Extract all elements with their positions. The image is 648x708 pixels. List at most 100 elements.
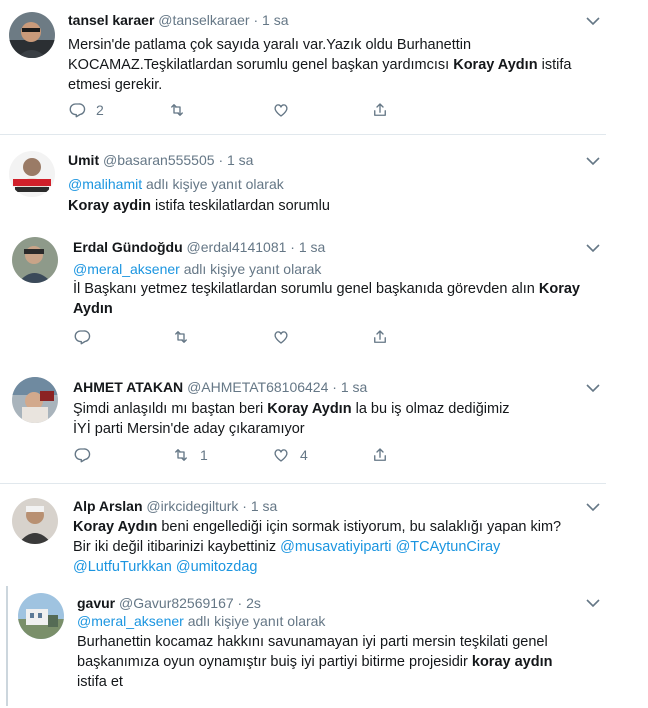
tweet[interactable]: Umit @basaran555505 · 1 sa @malihamit ad… [0,135,648,227]
user-name[interactable]: Erdal Gündoğdu [73,239,183,255]
timestamp[interactable]: 1 sa [251,498,277,514]
timestamp[interactable]: 2s [246,595,261,611]
timestamp[interactable]: 1 sa [341,379,367,395]
like-button[interactable] [272,100,300,120]
chevron-down-icon[interactable] [586,156,600,166]
tweet-text-line: Bir iki değil itibarinizi kaybettiniz [73,539,281,555]
share-icon [371,101,389,119]
tweet[interactable]: tansel karaer @tanselkaraer · 1 sa Mersi… [0,0,648,134]
like-count: 4 [300,447,308,463]
tweet-text-line: istifa teskilatlardan sorumlu [151,198,330,214]
avatar[interactable] [9,12,55,58]
retweet-button[interactable]: 1 [172,445,208,465]
mention-link[interactable]: @malihamit [68,176,142,192]
chevron-down-icon[interactable] [586,502,600,512]
reply-button[interactable] [73,445,101,465]
tweet-text-line: istifa [537,57,572,73]
tweet-actions: 2 [68,100,398,120]
mention-link[interactable]: @meral_aksener [77,613,184,629]
tweet-text-bold: Koray Aydın [73,519,158,535]
chevron-down-icon[interactable] [586,383,600,393]
tweet-text-line: İl Başkanı yetmez teşkilatlardan sorumlu… [73,281,539,297]
like-button[interactable]: 4 [272,445,308,465]
like-button[interactable] [272,327,300,347]
reply-context: @meral_aksener adlı kişiye yanıt olarak [77,612,325,630]
reply-context: @meral_aksener adlı kişiye yanıt olarak [73,260,321,278]
tweet-actions [73,327,403,347]
separator-dot: · [290,239,295,255]
mention-link[interactable]: @TCAytunCiray [396,539,501,555]
user-name[interactable]: Umit [68,152,99,168]
avatar[interactable] [18,593,64,639]
reply-button[interactable] [73,327,101,347]
retweet-button[interactable] [172,327,200,347]
avatar[interactable] [9,151,55,197]
retweet-icon [172,446,190,464]
tweet-text-line: etmesi gerekir. [68,77,163,93]
heart-icon [272,446,290,464]
tweet-text: İl Başkanı yetmez teşkilatlardan sorumlu… [73,279,633,319]
reply-context-label: adlı kişiye yanıt olarak [179,261,322,277]
tweet-text: Burhanettin kocamaz hakkını savunamayan … [77,632,632,692]
tweet-text-bold: koray aydın [471,654,553,670]
share-button[interactable] [371,100,389,120]
tweet-text-bold: Koray [538,281,580,297]
separator-dot: · [218,152,224,168]
retweet-button[interactable] [168,100,196,120]
tweet-text-line: KOCAMAZ.Teşkilatlardan sorumlu genel baş… [68,57,454,73]
share-button[interactable] [371,327,389,347]
tweet-text-line: başkanımıza oyun oynamıştır buiş iyi par… [77,654,472,670]
user-name[interactable]: Alp Arslan [73,498,143,514]
user-name[interactable]: AHMET ATAKAN [73,379,183,395]
tweet[interactable]: Alp Arslan @irkcidegilturk · 1 sa Koray … [0,484,648,584]
user-handle[interactable]: @AHMETAT68106424 [187,379,328,395]
avatar[interactable] [12,377,58,423]
user-handle[interactable]: @basaran555505 [103,152,215,168]
reply-count: 2 [96,102,104,118]
share-icon [371,328,389,346]
mention-link[interactable]: @musavatiyiparti [280,539,391,555]
tweet[interactable]: AHMET ATAKAN @AHMETAT68106424 · 1 sa Şim… [0,363,648,483]
reply-button[interactable]: 2 [68,100,104,120]
timestamp[interactable]: 1 sa [262,12,288,28]
separator-dot: · [332,379,337,395]
tweet-text-bold: Koray Aydın [267,401,352,417]
tweet-actions: 1 4 [73,445,403,465]
tweet-text-line: Burhanettin kocamaz hakkını savunamayan … [77,634,548,650]
reply-context: @malihamit adlı kişiye yanıt olarak [68,175,284,193]
tweet[interactable]: gavur @Gavur82569167 · 2s @meral_aksener… [0,585,648,708]
tweet-text-line: Mersin'de patlama çok sayıda yaralı var.… [68,37,472,53]
avatar[interactable] [12,498,58,544]
mention-link[interactable]: @meral_aksener [73,261,180,277]
tweet-text-line: Şimdi anlaşıldı mı baştan beri [73,401,268,417]
tweet-text: Mersin'de patlama çok sayıda yaralı var.… [68,35,628,95]
separator-dot: · [253,12,259,28]
chevron-down-icon[interactable] [586,598,600,608]
reply-icon [68,101,86,119]
avatar[interactable] [12,237,58,283]
retweet-count: 1 [200,447,208,463]
chevron-down-icon[interactable] [586,16,600,26]
reply-context-label: adlı kişiye yanıt olarak [142,176,284,192]
user-handle[interactable]: @tanselkaraer [158,12,249,28]
separator-dot: · [242,498,247,514]
user-name[interactable]: tansel karaer [68,12,154,28]
mention-link[interactable]: @LutfuTurkkan [73,559,172,575]
mention-link[interactable]: @umitozdag [176,559,258,575]
timestamp[interactable]: 1 sa [299,239,325,255]
timestamp[interactable]: 1 sa [227,152,253,168]
tweet-text-bold: Koray aydin [68,198,151,214]
tweet-text-line: la bu iş olmaz dediğimiz [351,401,510,417]
user-handle[interactable]: @irkcidegilturk [146,498,238,514]
tweet-text: Şimdi anlaşıldı mı baştan beri Koray Ayd… [73,399,633,439]
tweet-text-line: istifa et [77,674,123,690]
tweet-text: Koray aydin istifa teskilatlardan soruml… [68,196,628,216]
chevron-down-icon[interactable] [586,243,600,253]
tweet-text-bold: Koray Aydın [453,57,538,73]
user-handle[interactable]: @erdal4141081 [187,239,287,255]
user-name[interactable]: gavur [77,595,115,611]
tweet-text-line: beni engellediği için sormak istiyorum, … [157,519,562,535]
share-button[interactable] [371,445,389,465]
user-handle[interactable]: @Gavur82569167 [119,595,234,611]
tweet[interactable]: Erdal Gündoğdu @erdal4141081 · 1 sa @mer… [0,227,648,363]
